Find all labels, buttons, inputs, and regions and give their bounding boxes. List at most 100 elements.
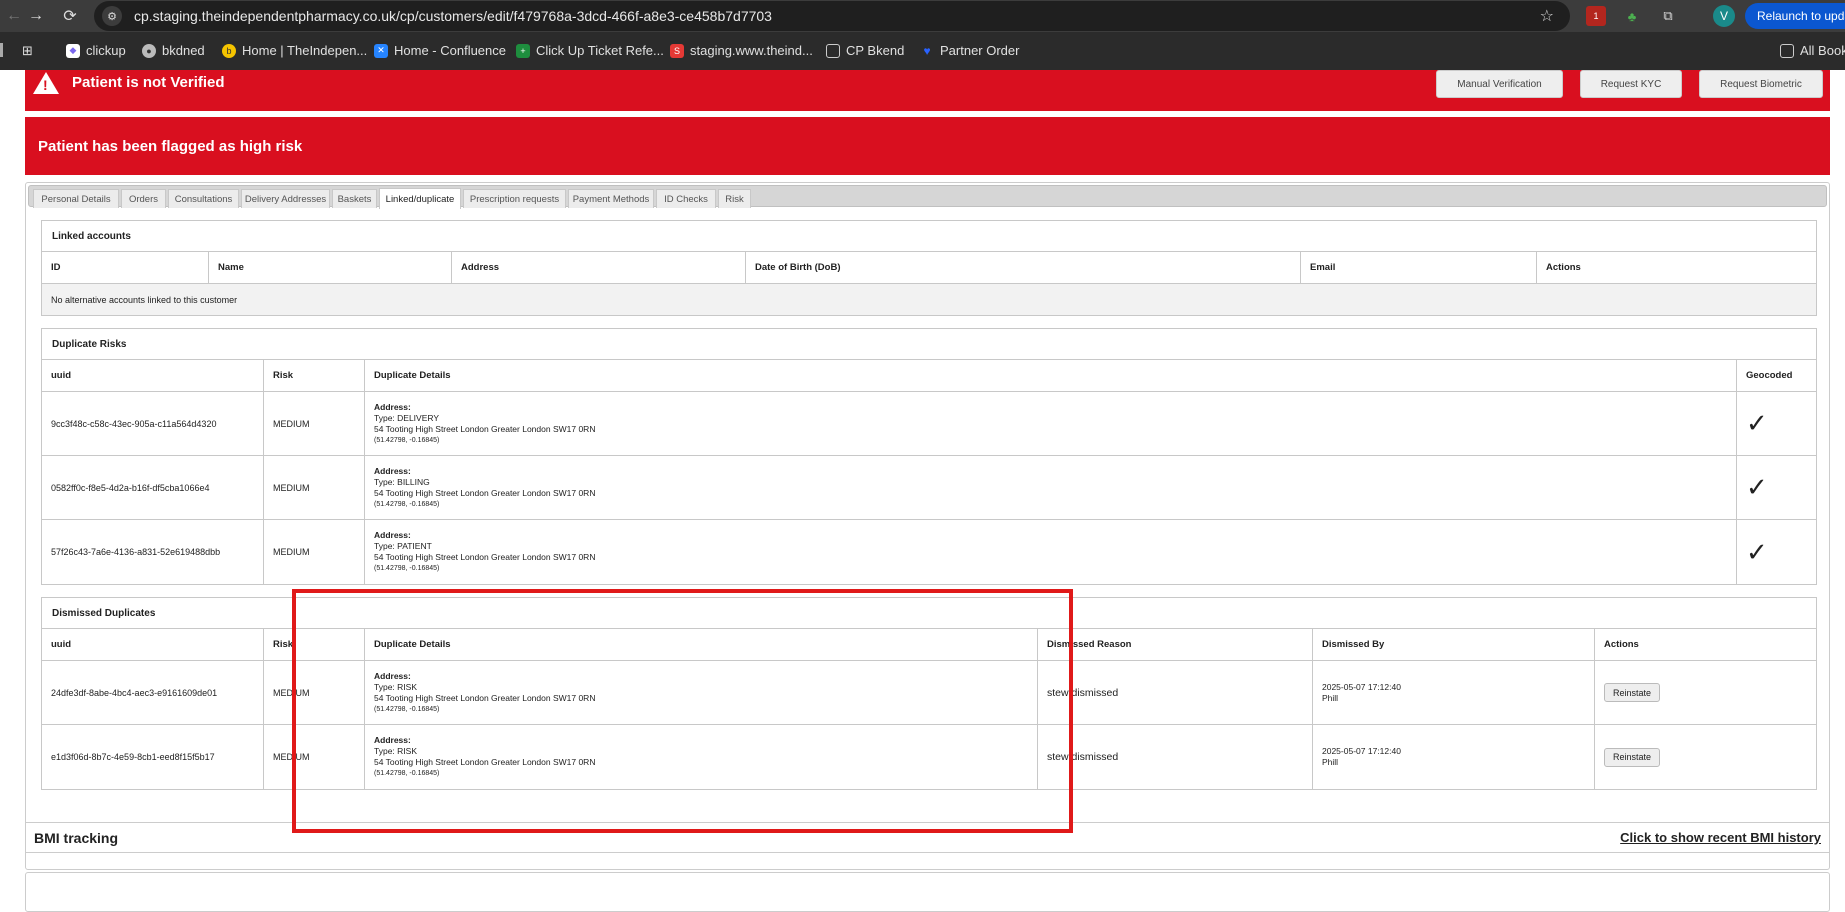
browser-toolbar: ← → ⟳ ⚙ cp.staging.theindependentpharmac… — [0, 0, 1845, 32]
forward-icon[interactable]: → — [22, 2, 50, 30]
linked-accounts-table: Linked accounts ID Name Address Date of … — [41, 220, 1817, 316]
address-type: Type: DELIVERY — [374, 412, 440, 423]
theindependent-icon: b — [222, 43, 236, 58]
column-header: Date of Birth (DoB) — [745, 252, 1300, 283]
bookmark-bkdned[interactable]: ● bkdned — [142, 43, 205, 58]
address-coords: (51.42798, -0.16845) — [374, 500, 440, 508]
not-verified-title: Patient is not Verified — [72, 74, 225, 91]
bookmark-partner-order[interactable]: ♥ Partner Order — [920, 43, 1019, 58]
bookmark-home-theindependent[interactable]: b Home | TheIndepen... — [222, 43, 367, 58]
column-header: uuid — [51, 370, 72, 381]
risk-cell: MEDIUM — [263, 392, 364, 455]
address-type: Type: BILLING — [374, 476, 430, 487]
sheets-icon: + — [516, 43, 530, 58]
geocoded-check-icon: ✓ — [1736, 520, 1818, 584]
tab-delivery-addresses[interactable]: Delivery Addresses — [241, 189, 330, 208]
table-row: 0582ff0c-f8e5-4d2a-b16f-df5cba1066e4 MED… — [42, 456, 1816, 520]
bookmark-confluence[interactable]: ✕ Home - Confluence — [374, 43, 506, 58]
extensions-puzzle-icon[interactable]: ⧉ — [1658, 6, 1678, 26]
bmi-history-link[interactable]: Click to show recent BMI history — [1620, 830, 1821, 845]
confluence-icon: ✕ — [374, 43, 388, 58]
column-header: Risk — [263, 360, 364, 391]
table-row: 57f26c43-7a6e-4136-a831-52e619488dbb MED… — [42, 520, 1816, 584]
manual-verification-button[interactable]: Manual Verification — [1436, 70, 1563, 98]
globe-icon: ● — [142, 43, 156, 58]
column-header: Dismissed By — [1312, 629, 1594, 660]
relaunch-button[interactable]: Relaunch to upda — [1745, 3, 1845, 29]
url-text[interactable]: cp.staging.theindependentpharmacy.co.uk/… — [134, 8, 772, 24]
dismissed-date: 2025-05-07 17:12:40 — [1322, 746, 1401, 756]
address-coords: (51.42798, -0.16845) — [374, 436, 440, 444]
tab-orders[interactable]: Orders — [121, 189, 166, 208]
bookmark-separator — [0, 43, 3, 57]
column-header: Address — [451, 252, 745, 283]
tab-risk[interactable]: Risk — [718, 189, 751, 208]
reload-icon[interactable]: ⟳ — [56, 2, 84, 30]
tab-personal-details[interactable]: Personal Details — [33, 189, 119, 208]
warning-icon: ! — [33, 72, 59, 94]
dismissed-reason-cell: stew dismissed — [1037, 661, 1312, 724]
tab-baskets[interactable]: Baskets — [332, 189, 377, 208]
apps-grid-icon[interactable]: ⊞ — [22, 43, 33, 59]
reinstate-button[interactable]: Reinstate — [1604, 683, 1661, 702]
dismissed-by-cell: 2025-05-07 17:12:40 Phill — [1312, 661, 1594, 724]
column-header: Dismissed Reason — [1037, 629, 1312, 660]
tab-payment-methods[interactable]: Payment Methods — [568, 189, 654, 208]
column-header: Duplicate Details — [364, 360, 1736, 391]
request-biometric-button[interactable]: Request Biometric — [1699, 70, 1823, 98]
details-cell: Address: Type: BILLING 54 Tooting High S… — [364, 456, 1736, 519]
actions-cell: Reinstate — [1594, 661, 1818, 724]
details-cell: Address: Type: PATIENT 54 Tooting High S… — [364, 520, 1736, 584]
extension-leaf-icon[interactable]: ♣ — [1622, 6, 1642, 26]
risk-cell: MEDIUM — [263, 520, 364, 584]
site-info-icon[interactable]: ⚙ — [102, 6, 122, 26]
dismissed-by-cell: 2025-05-07 17:12:40 Phill — [1312, 725, 1594, 789]
empty-row: No alternative accounts linked to this c… — [42, 284, 1816, 315]
bookmark-label: All Book — [1800, 43, 1845, 58]
staging-icon: S — [670, 43, 684, 58]
column-header: Email — [1300, 252, 1536, 283]
all-bookmarks[interactable]: All Book — [1780, 43, 1845, 58]
risk-cell: MEDIUM — [263, 456, 364, 519]
address-type: Type: PATIENT — [374, 541, 432, 551]
address-coords: (51.42798, -0.16845) — [374, 565, 440, 572]
geocoded-check-icon: ✓ — [1736, 392, 1818, 455]
folder-icon — [1780, 43, 1794, 58]
tab-prescription-requests[interactable]: Prescription requests — [463, 189, 566, 208]
high-risk-banner: Patient has been flagged as high risk — [25, 117, 1830, 175]
page-content: ! Patient is not Verified Manual Verific… — [0, 70, 1845, 912]
bookmark-clickup-ticket[interactable]: + Click Up Ticket Refe... — [516, 43, 664, 58]
address-bar[interactable]: ⚙ cp.staging.theindependentpharmacy.co.u… — [94, 1, 1570, 31]
details-cell: Address: Type: DELIVERY 54 Tooting High … — [364, 392, 1736, 455]
tab-bar: Personal Details Orders Consultations De… — [28, 185, 1827, 209]
column-header: Actions — [1594, 629, 1818, 660]
reinstate-button[interactable]: Reinstate — [1604, 747, 1661, 767]
address-text: 54 Tooting High Street London Greater Lo… — [374, 487, 596, 498]
profile-avatar[interactable]: V — [1713, 5, 1735, 27]
uuid-cell: 9cc3f48c-c58c-43ec-905a-c11a564d4320 — [51, 418, 217, 429]
dismissed-reason-cell: stew dismissed — [1037, 725, 1312, 789]
avatar-letter: V — [1719, 9, 1728, 23]
tab-consultations[interactable]: Consultations — [168, 189, 239, 208]
uuid-cell: e1d3f06d-8b7c-4e59-8cb1-eed8f15f5b17 — [51, 752, 215, 762]
bookmark-cp-bkend[interactable]: CP Bkend — [826, 43, 904, 58]
request-kyc-button[interactable]: Request KYC — [1580, 70, 1682, 98]
table-row: 9cc3f48c-c58c-43ec-905a-c11a564d4320 MED… — [42, 392, 1816, 456]
address-label: Address: — [374, 465, 411, 476]
bookmark-label: Partner Order — [940, 43, 1020, 58]
partner-icon: ♥ — [923, 43, 931, 58]
tab-linked-duplicate[interactable]: Linked/duplicate — [379, 188, 461, 209]
bookmark-star-icon[interactable]: ☆ — [1540, 6, 1554, 26]
extension-badge-icon[interactable]: 1 — [1586, 6, 1606, 26]
folder-icon — [826, 43, 840, 58]
bookmark-staging[interactable]: Sstaging.www.theind... — [670, 43, 813, 58]
dismissed-user: Phill — [1322, 757, 1339, 767]
bookmark-label: CP Bkend — [846, 43, 905, 58]
bookmarks-bar: ⊞ ◆ clickup ● bkdned b Home | TheIndepen...… — [0, 32, 1845, 70]
table-header-row: ID Name Address Date of Birth (DoB) Emai… — [42, 252, 1816, 284]
bookmark-label: bkdned — [162, 43, 205, 58]
bookmark-clickup[interactable]: ◆ clickup — [66, 43, 126, 58]
linked-accounts-title: Linked accounts — [42, 221, 1816, 252]
tab-id-checks[interactable]: ID Checks — [656, 189, 716, 208]
extension-badge-count: 1 — [1593, 11, 1599, 21]
